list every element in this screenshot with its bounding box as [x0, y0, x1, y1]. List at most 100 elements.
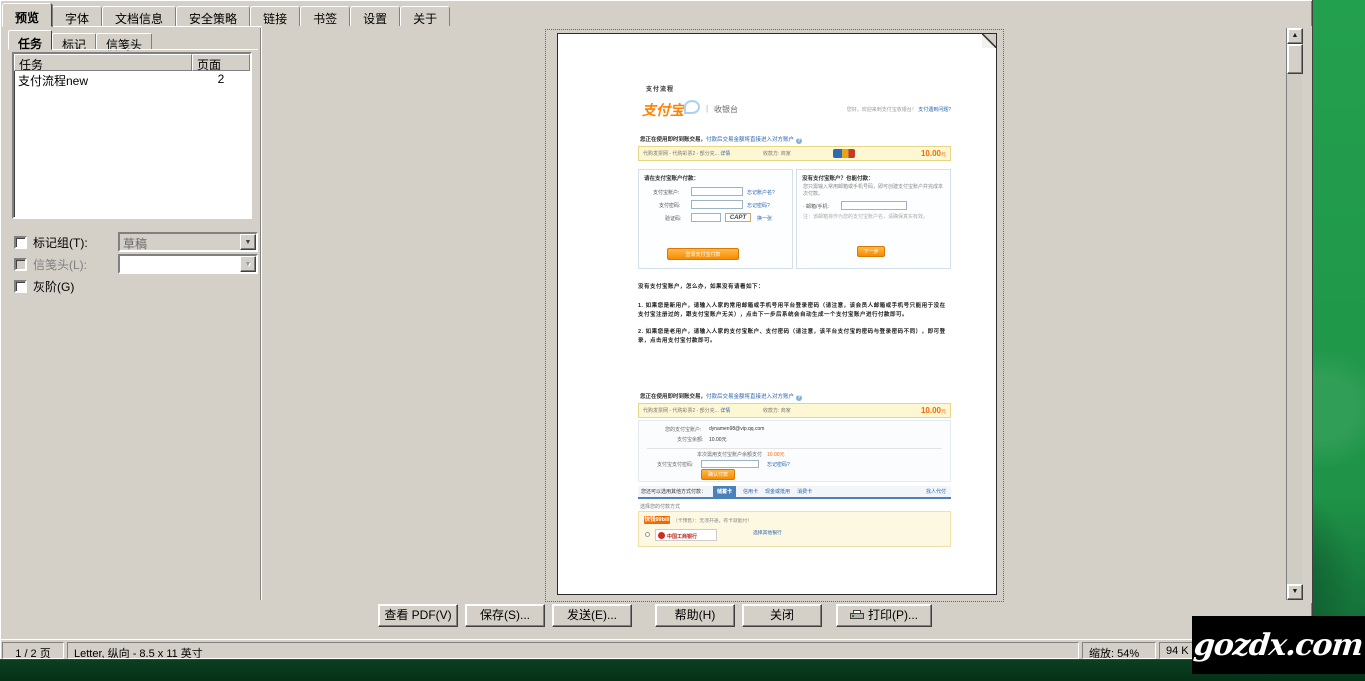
column-header-pages[interactable]: 页面 [192, 54, 250, 71]
top-links-gray: 您好，欢迎来到支付宝收银台！ [847, 107, 917, 113]
cashier-label: 收银台 [714, 104, 738, 115]
order-amount: 10.00元 [921, 149, 946, 158]
subtab-letterhead[interactable]: 信笺头 [96, 33, 152, 50]
balance-row: 支付宝余额: 10.00元 [639, 436, 950, 446]
account-value: dynamen98@vip.qq.com [709, 426, 764, 432]
order-payee: 收款方: 商家 [763, 150, 833, 157]
grayscale-checkbox[interactable] [14, 280, 27, 293]
scroll-up-icon[interactable]: ▲ [1287, 28, 1303, 44]
tab-debit-card: 储蓄卡 [713, 486, 736, 497]
login-account-row: 支付宝账户: 忘记账户名? [639, 186, 792, 199]
help-icon: ? [796, 138, 802, 144]
subtab-marks[interactable]: 标记 [52, 33, 96, 50]
scrollbar-thumb[interactable] [1287, 44, 1303, 74]
scroll-down-icon[interactable]: ▼ [1287, 584, 1303, 600]
tab-settings[interactable]: 设置 [350, 6, 400, 27]
mark-group-checkbox[interactable] [14, 236, 27, 249]
pdf-preview-window: 预览 字体 文档信息 安全策略 链接 书签 设置 关于 任务 标记 信笺头 任务… [0, 0, 1313, 660]
doc-order-bar-1: 代购发票网 - 代购彩票2 - 部分充... 详情 收款方: 商家 10.00元 [638, 146, 951, 161]
paragraph-1: 1. 如果您是新用户，请输入人家的常用邮箱或手机号用平台登录密码（请注意，该会员… [638, 302, 950, 320]
save-button[interactable]: 保存(S)... [465, 604, 545, 627]
status-bar: 1 / 2 页 Letter, 纵向 - 8.5 x 11 英寸 缩放: 54%… [0, 639, 1313, 660]
agent-pay-link: 找人代付 [926, 488, 946, 495]
bank-logo-box: 中国工商银行 [655, 529, 717, 541]
main-tabbar: 预览 字体 文档信息 安全策略 链接 书签 设置 关于 [2, 3, 1310, 27]
captcha-refresh-link: 换一张 [757, 215, 772, 222]
doc-top-links: 您好，欢迎来到支付宝收银台！ 支付遇到问题? [808, 106, 951, 113]
notice-bold: 您正在使用即时到账交易， [640, 394, 706, 400]
notice-bold: 您正在使用即时到账交易， [640, 137, 706, 143]
chevron-down-icon[interactable]: ▼ [240, 234, 256, 250]
table-row[interactable]: 支付流程new 2 [14, 71, 250, 87]
tab-doc-info[interactable]: 文档信息 [102, 6, 176, 27]
notice-link: 付款后交易金额将直接进入对方账户 [706, 394, 794, 400]
order-amount: 10.00元 [921, 406, 946, 415]
watermark-text: gozdx.com [1192, 628, 1364, 663]
register-note: 注：该邮箱将作为您的支付宝账户名，请确保真实有效。 [803, 214, 944, 220]
close-button[interactable]: 关闭 [742, 604, 822, 627]
tab-bookmarks[interactable]: 书签 [300, 6, 350, 27]
order-item: 代购发票网 - 代购彩票2 - 部分充... 详情 [643, 150, 763, 157]
desktop-background: 预览 字体 文档信息 安全策略 链接 书签 设置 关于 任务 标记 信笺头 任务… [0, 0, 1365, 681]
register-desc: 您只需输入常用邮箱或手机号码，即可创建支付宝账户并完成本次付款。 [803, 184, 944, 198]
subtab-tasks[interactable]: 任务 [8, 30, 52, 50]
icbc-logo-icon [658, 532, 665, 539]
logo-separator: | [706, 104, 708, 113]
doc-balance-box: 您的支付宝账户: dynamen98@vip.qq.com 支付宝余额: 10.… [638, 420, 951, 482]
doc-notice-2: 您正在使用即时到账交易，付款后交易金额将直接进入对方账户? [640, 392, 802, 401]
preview-pane[interactable]: 支付流程 支付宝 | 收银台 您好，欢迎来到支付宝收银台！ 支付遇到问题? 您正… [262, 26, 1312, 603]
letterhead-checkbox [14, 258, 27, 271]
help-icon: ? [796, 395, 802, 401]
help-button[interactable]: 帮助(H) [655, 604, 735, 627]
alipay-logo: 支付宝 [642, 100, 684, 120]
status-paper-info: Letter, 纵向 - 8.5 x 11 英寸 [67, 642, 1079, 659]
balance-value: 10.00元 [709, 436, 727, 443]
password-input [691, 200, 743, 209]
tab-about[interactable]: 关于 [400, 6, 450, 27]
tab-cash: 现金或抵用 [765, 488, 790, 495]
doc-page-header: 支付流程 [646, 84, 674, 93]
captcha-input [691, 213, 721, 222]
order-payee: 收款方: 商家 [763, 407, 833, 414]
task-pages-cell: 2 [192, 71, 250, 87]
forgot-password-link: 忘记密码? [767, 461, 790, 468]
bank-name: 中国工商银行 [667, 533, 697, 540]
bank-radio [645, 532, 650, 537]
tab-links[interactable]: 链接 [250, 6, 300, 27]
doc-paragraphs: 没有支付宝账户，怎么办，如果没有请看如下： 1. 如果您是新用户，请输入人家的常… [638, 283, 950, 353]
mark-group-combobox[interactable]: 草稿 ▼ [118, 232, 258, 252]
preview-page[interactable]: 支付流程 支付宝 | 收银台 您好，欢迎来到支付宝收银台！ 支付遇到问题? 您正… [557, 33, 997, 595]
view-pdf-button[interactable]: 查看 PDF(V) [378, 604, 458, 627]
status-zoom-level: 缩放: 54% [1082, 642, 1156, 659]
order-item: 代购发票网 - 代购彩票2 - 部分充... 详情 [643, 407, 763, 414]
account-row: 您的支付宝账户: dynamen98@vip.qq.com [639, 426, 950, 436]
notice-link: 付款后交易金额将直接进入对方账户 [706, 137, 794, 143]
tab-security[interactable]: 安全策略 [176, 6, 250, 27]
other-bank-link: 选择其他银行 [753, 531, 813, 536]
print-button[interactable]: 打印(P)... [836, 604, 932, 627]
bank-option-row: 中国工商银行 选择其他银行 [645, 529, 945, 542]
letterhead-label: 信笺头(L): [33, 256, 87, 273]
tab-consume-card: 消费卡 [797, 488, 812, 495]
login-box-title: 请在支付宝账户付款： [644, 174, 787, 182]
preview-vscrollbar[interactable]: ▲ ▼ [1286, 28, 1302, 600]
top-links-blue: 支付遇到问题? [918, 107, 951, 113]
login-captcha-row: 验证码: CAPT 换一张 [639, 212, 792, 225]
column-header-task[interactable]: 任务 [14, 54, 192, 71]
register-email-row: · 邮箱/手机: [797, 200, 950, 213]
item-thumbnail [833, 149, 855, 158]
doc-payment-tabs: 您还可以选用其他方式付款： 储蓄卡 信用卡 现金或抵用 消费卡 找人代付 [638, 486, 951, 499]
task-list[interactable]: 任务 页面 支付流程new 2 [12, 52, 252, 219]
tab-preview[interactable]: 预览 [2, 3, 52, 27]
register-next-button: 下一步 [857, 246, 885, 257]
doc-notice-1: 您正在使用即时到账交易，付款后交易金额将直接进入对方账户? [640, 135, 802, 144]
login-pay-button: 登录支付宝付款 [667, 248, 739, 260]
tab-fonts[interactable]: 字体 [52, 6, 102, 27]
send-button[interactable]: 发送(E)... [552, 604, 632, 627]
choose-method-label: 选择您的付款方式 [640, 503, 680, 510]
left-panel: 任务 标记 信笺头 任务 页面 支付流程new 2 标记组(T): 草稿 ▼ [4, 28, 260, 600]
confirm-pay-button: 确认付款 [701, 469, 735, 480]
forgot-password-link: 忘记密码? [747, 202, 770, 209]
pay-password-row: 支付宝支付密码: 忘记密码? [639, 461, 950, 471]
doc-bank-panel: 快钱99bill （卡预售）：无须开通，有卡就能付！ 中国工商银行 选择其他银行 [638, 511, 951, 547]
